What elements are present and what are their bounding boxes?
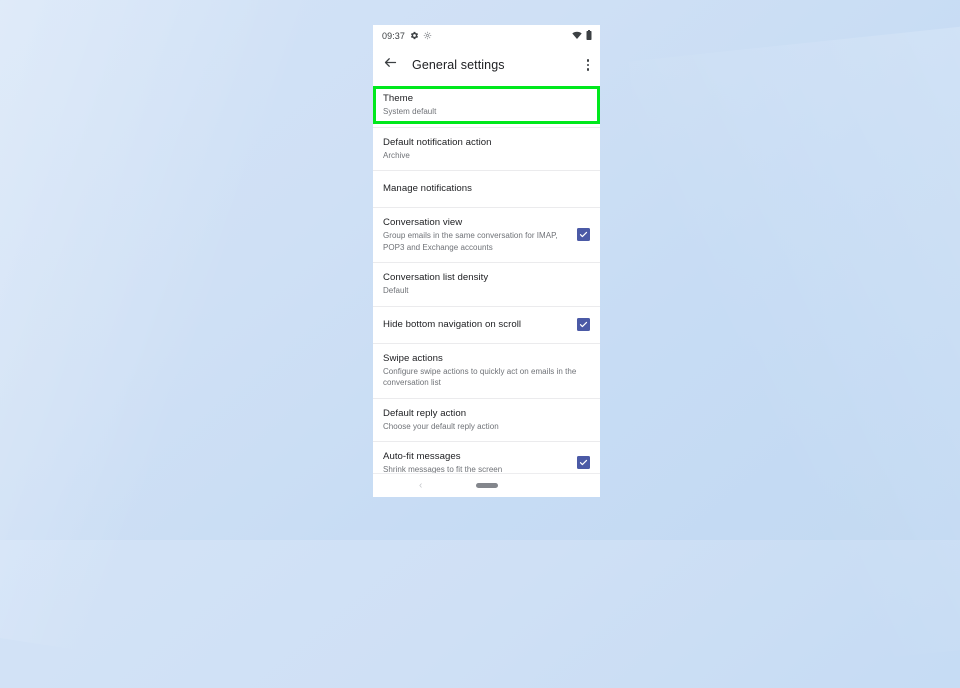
gear-icon: [410, 27, 419, 45]
wifi-icon: [572, 27, 582, 45]
phone-screen: 09:37 General settings Theme System defa…: [373, 25, 600, 497]
settings-row-manage-notifications[interactable]: Manage notifications: [373, 170, 600, 207]
checkbox-hide-bottom-navigation[interactable]: [577, 317, 590, 331]
checkbox-conversation-view[interactable]: [577, 228, 590, 241]
row-subtitle: Archive: [383, 150, 410, 160]
row-subtitle: System default: [383, 107, 437, 116]
row-subtitle: Default: [383, 286, 409, 295]
row-title: Theme: [383, 93, 414, 104]
row-title: Hide bottom navigation on scroll: [383, 318, 522, 330]
settings-row-theme[interactable]: Theme System default: [373, 83, 600, 127]
row-title: Default notification action: [383, 136, 492, 148]
row-title: Conversation view: [383, 217, 463, 228]
row-subtitle: Choose your default reply action: [383, 421, 499, 431]
row-title: Conversation list density: [383, 272, 489, 283]
battery-icon: [586, 27, 592, 45]
status-bar-left-icons: [410, 27, 432, 45]
row-subtitle: Configure swipe actions to quickly act o…: [383, 366, 577, 388]
row-title: Auto-fit messages: [383, 451, 461, 462]
settings-row-conversation-view[interactable]: Conversation view Group emails in the sa…: [373, 207, 600, 262]
settings-list: Theme System default Default notificatio…: [373, 83, 600, 485]
checkbox-auto-fit-messages[interactable]: [577, 456, 590, 470]
row-title: Default reply action: [383, 407, 467, 419]
app-bar: General settings: [373, 47, 600, 83]
back-arrow-icon[interactable]: [383, 55, 398, 75]
settings-row-conversation-list-density[interactable]: Conversation list density Default: [373, 262, 600, 306]
page-title: General settings: [412, 58, 505, 72]
status-bar-right-icons: [572, 27, 592, 45]
navigation-bar: ‹: [373, 473, 600, 497]
settings-row-default-reply-action[interactable]: Default reply action Choose your default…: [373, 397, 600, 441]
settings-sync-icon: [423, 27, 432, 45]
row-subtitle: Group emails in the same conversation fo…: [383, 231, 558, 252]
settings-row-default-notification-action[interactable]: Default notification action Archive: [373, 126, 600, 170]
status-bar: 09:37: [373, 25, 600, 47]
background-sheen-secondary: [628, 21, 960, 679]
settings-row-hide-bottom-navigation-on-scroll[interactable]: Hide bottom navigation on scroll: [373, 305, 600, 343]
nav-back-icon[interactable]: ‹: [419, 480, 422, 491]
status-bar-clock: 09:37: [382, 31, 406, 41]
row-title: Swipe actions: [383, 352, 443, 364]
home-indicator-pill[interactable]: [475, 483, 498, 488]
row-title: Manage notifications: [383, 183, 472, 194]
overflow-menu-icon[interactable]: [585, 56, 591, 73]
settings-row-swipe-actions[interactable]: Swipe actions Configure swipe actions to…: [373, 342, 600, 398]
